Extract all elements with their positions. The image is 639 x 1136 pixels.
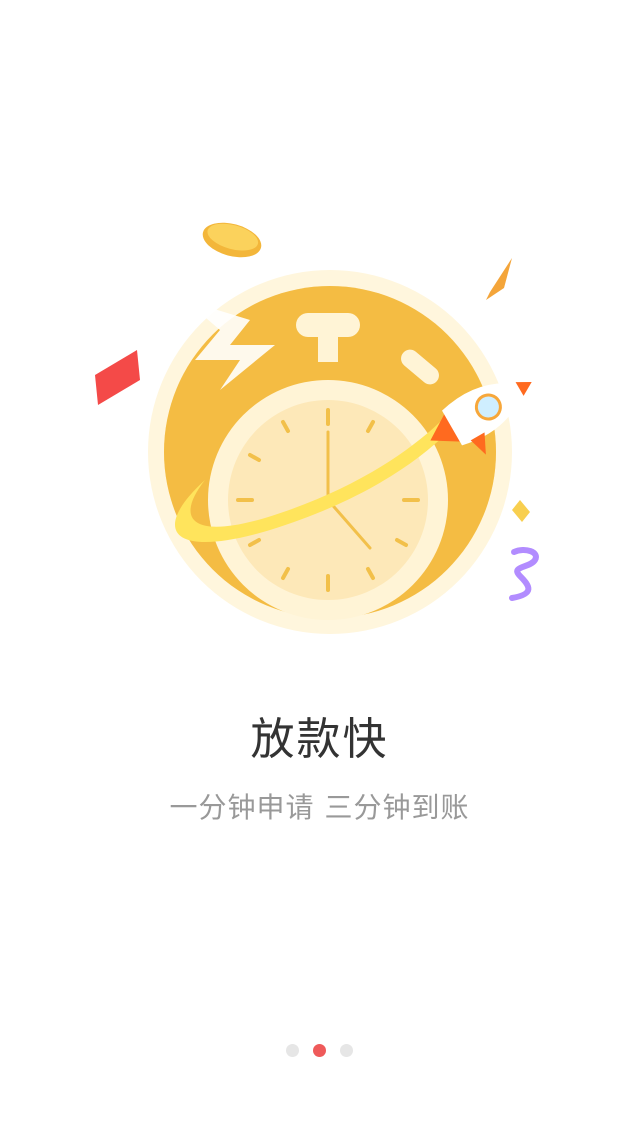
stopwatch-rocket-illustration: [80, 200, 560, 640]
page-dot-3[interactable]: [340, 1044, 353, 1057]
orange-confetti-icon: [486, 258, 512, 300]
page-title: 放款快: [250, 714, 389, 765]
yellow-confetti-icon: [512, 500, 530, 522]
page-dot-1[interactable]: [286, 1044, 299, 1057]
onboarding-screen: 放款快 一分钟申请 三分钟到账: [0, 0, 639, 1136]
purple-ribbon-icon: [509, 547, 539, 601]
coin-icon: [202, 222, 262, 258]
page-dot-2-active[interactable]: [313, 1044, 326, 1057]
page-indicator: [0, 1044, 639, 1058]
red-confetti-icon: [95, 350, 140, 405]
page-subtitle: 一分钟申请 三分钟到账: [169, 791, 470, 824]
